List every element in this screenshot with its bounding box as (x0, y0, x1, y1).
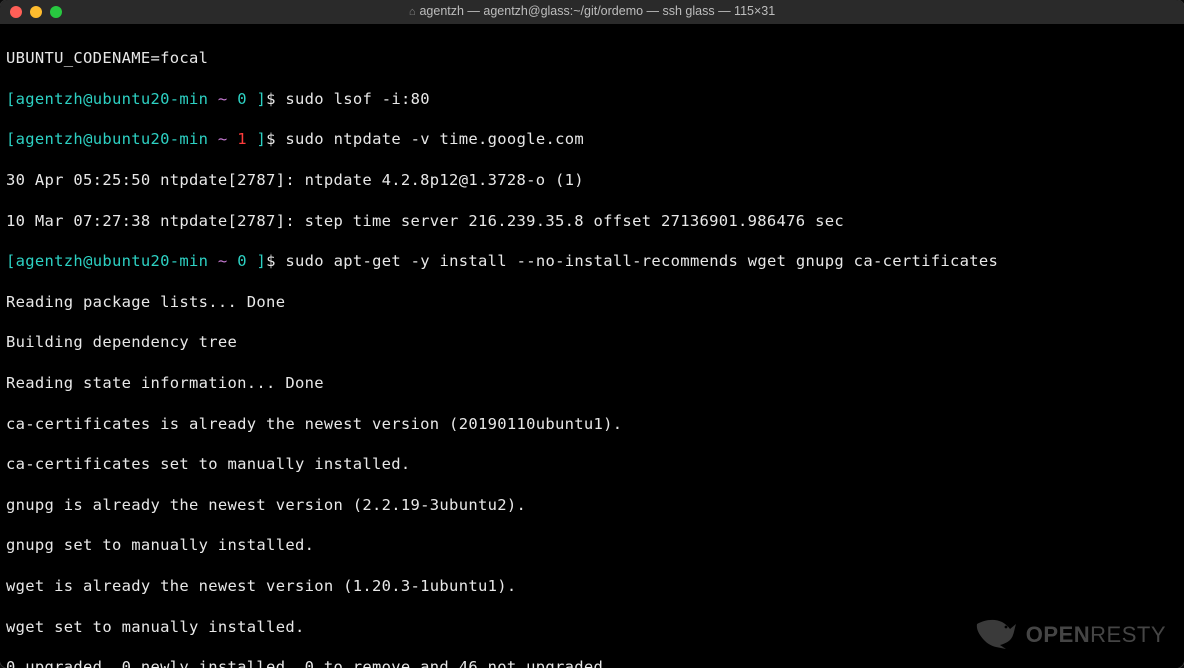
output-line: Reading package lists... Done (6, 292, 1178, 312)
prompt-dollar: $ (266, 90, 276, 108)
command-text: sudo lsof -i:80 (285, 90, 429, 108)
prompt-tilde: ~ (218, 90, 228, 108)
output-line: wget set to manually installed. (6, 617, 1178, 637)
prompt-line: [agentzh@ubuntu20-min ~ 0 ]$ sudo lsof -… (6, 89, 1178, 109)
close-button[interactable] (10, 6, 22, 18)
traffic-lights (10, 6, 62, 18)
terminal-content[interactable]: UBUNTU_CODENAME=focal [agentzh@ubuntu20-… (0, 24, 1184, 668)
prompt-open: [ (6, 90, 16, 108)
output-line: gnupg set to manually installed. (6, 535, 1178, 555)
home-icon: ⌂ (409, 2, 416, 22)
output-line: ca-certificates set to manually installe… (6, 454, 1178, 474)
output-line: ca-certificates is already the newest ve… (6, 414, 1178, 434)
command-text: sudo ntpdate -v time.google.com (285, 130, 584, 148)
prompt-status: 0 (237, 90, 247, 108)
terminal-window: ⌂agentzh — agentzh@glass:~/git/ordemo — … (0, 0, 1184, 668)
minimize-button[interactable] (30, 6, 42, 18)
zoom-button[interactable] (50, 6, 62, 18)
window-title-text: agentzh — agentzh@glass:~/git/ordemo — s… (419, 4, 775, 18)
command-text: sudo apt-get -y install --no-install-rec… (285, 252, 998, 270)
output-line: UBUNTU_CODENAME=focal (6, 48, 1178, 68)
prompt-line: [agentzh@ubuntu20-min ~ 0 ]$ sudo apt-ge… (6, 251, 1178, 271)
output-line: 0 upgraded, 0 newly installed, 0 to remo… (6, 657, 1178, 668)
output-line: Building dependency tree (6, 332, 1178, 352)
window-title: ⌂agentzh — agentzh@glass:~/git/ordemo — … (0, 1, 1184, 22)
output-line: wget is already the newest version (1.20… (6, 576, 1178, 596)
prompt-userhost: agentzh@ubuntu20-min (16, 90, 209, 108)
output-line: 10 Mar 07:27:38 ntpdate[2787]: step time… (6, 211, 1178, 231)
output-line: 30 Apr 05:25:50 ntpdate[2787]: ntpdate 4… (6, 170, 1178, 190)
titlebar: ⌂agentzh — agentzh@glass:~/git/ordemo — … (0, 0, 1184, 24)
prompt-close: ] (256, 90, 266, 108)
output-line: gnupg is already the newest version (2.2… (6, 495, 1178, 515)
prompt-line: [agentzh@ubuntu20-min ~ 1 ]$ sudo ntpdat… (6, 129, 1178, 149)
prompt-status-err: 1 (237, 130, 247, 148)
output-line: Reading state information... Done (6, 373, 1178, 393)
